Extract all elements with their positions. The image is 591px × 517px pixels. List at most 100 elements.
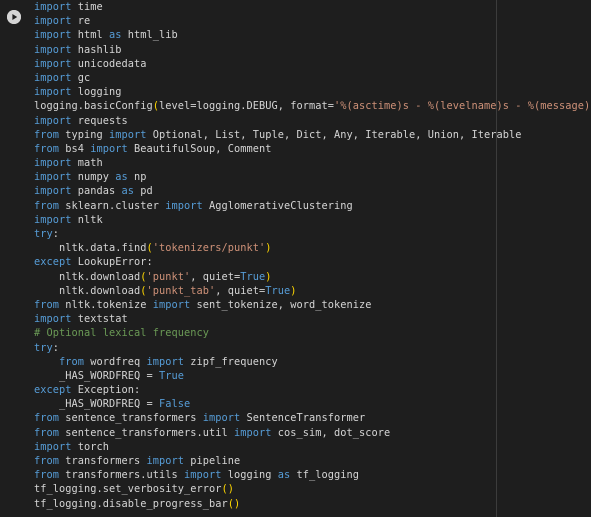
code-line: import gc (34, 71, 591, 85)
code-token: torch (71, 440, 109, 453)
code-token: import (34, 157, 72, 170)
code-line: try: (34, 227, 591, 241)
code-line: tf_logging.disable_progress_bar() (34, 497, 591, 511)
code-token: import (34, 15, 72, 28)
code-token: from (34, 199, 59, 212)
code-line: nltk.download('punkt', quiet=True) (34, 270, 591, 284)
code-token: wordfreq (84, 355, 147, 368)
code-token: except (34, 256, 72, 269)
code-line: from sentence_transformers.util import c… (34, 426, 591, 440)
code-token: except (34, 384, 72, 397)
code-token: import (109, 128, 147, 141)
code-token: time (71, 1, 103, 13)
code-line: import re (34, 14, 591, 28)
code-token: from (34, 455, 59, 467)
code-token: sentence_transformers (59, 412, 203, 425)
code-token: re (71, 15, 91, 28)
code-token: html (71, 29, 109, 42)
code-token: AgglomerativeClustering (202, 199, 353, 212)
code-token: tf_logging.disable_progress_bar (34, 497, 228, 510)
code-token: import (34, 86, 72, 99)
code-token: tf_logging.set_verbosity_error (34, 483, 222, 496)
code-token: import (202, 412, 241, 425)
code-token: nltk.download (34, 284, 141, 297)
code-line: try: (34, 341, 591, 355)
code-token: import (34, 29, 72, 42)
code-line: import unicodedata (34, 57, 591, 71)
code-token: import (146, 355, 184, 368)
code-token: from (34, 298, 59, 311)
code-token: zipf_frequency (184, 355, 278, 368)
code-token: import (146, 455, 184, 467)
play-circle-icon (7, 10, 21, 24)
code-token: True (265, 284, 291, 297)
code-token: from (34, 412, 59, 425)
code-token: nltk (71, 213, 103, 226)
code-token: nltk.data.find (34, 242, 147, 255)
code-line: # Optional lexical frequency (34, 326, 591, 340)
code-token: 'punkt_tab' (146, 284, 216, 297)
code-token: as (121, 185, 134, 198)
code-token: import (34, 171, 72, 184)
code-line: import nltk (34, 213, 591, 227)
code-token: numpy (71, 171, 116, 184)
code-line: import textstat (34, 312, 591, 326)
code-line: nltk.data.find('tokenizers/punkt') (34, 241, 591, 255)
code-token: as (115, 171, 128, 184)
code-line: import time (34, 0, 591, 14)
code-token: ) (265, 270, 272, 283)
code-token: import (34, 313, 72, 326)
code-token: sklearn.cluster (59, 199, 166, 212)
code-line: from wordfreq import zipf_frequency (34, 355, 591, 369)
code-line: import hashlib (34, 43, 591, 57)
code-line: _HAS_WORDFREQ = True (34, 369, 591, 383)
code-token: 'punkt' (146, 270, 191, 283)
code-token: requests (71, 114, 128, 127)
code-token: level=logging.DEBUG, format= (159, 100, 334, 113)
code-line: from typing import Optional, List, Tuple… (34, 128, 591, 142)
code-line: import pandas as pd (34, 184, 591, 198)
code-token: import (34, 185, 72, 198)
code-token: import (34, 43, 72, 56)
code-token: Exception: (71, 384, 141, 397)
code-token: LookupError: (71, 256, 153, 269)
code-line: except Exception: (34, 383, 591, 397)
code-cell[interactable]: import time import re import html as html_… (0, 0, 591, 517)
code-line: import logging (34, 85, 591, 99)
code-token: gc (71, 71, 91, 84)
code-token: as (277, 469, 291, 482)
code-line: from sentence_transformers import Senten… (34, 411, 591, 425)
code-line: from bs4 import BeautifulSoup, Comment (34, 142, 591, 156)
code-token: False (159, 398, 191, 411)
code-token: from (34, 469, 59, 482)
code-token: typing (59, 128, 109, 141)
code-token: ) (265, 242, 272, 255)
code-token: logging (71, 86, 122, 99)
code-token: , quiet= (215, 284, 266, 297)
code-token: () (221, 483, 234, 496)
code-token: as (109, 29, 122, 42)
code-line: logging.basicConfig(level=logging.DEBUG,… (34, 99, 591, 113)
code-token: True (240, 270, 266, 283)
code-token: BeautifulSoup, Comment (127, 142, 272, 155)
code-token: pipeline (184, 455, 241, 467)
code-token: pandas (71, 185, 122, 198)
code-token: cos_sim, dot_score (271, 426, 391, 439)
code-token: try (34, 228, 53, 240)
code-token: unicodedata (71, 57, 147, 70)
code-token: import (34, 57, 72, 70)
code-editor[interactable]: import time import re import html as html_… (34, 0, 591, 511)
code-token: from (34, 426, 59, 439)
code-token: : (52, 341, 59, 354)
code-token: _HAS_WORDFREQ = (34, 369, 159, 382)
code-token: import (90, 142, 128, 155)
code-token: html_lib (121, 29, 178, 42)
code-token: , quiet= (190, 270, 241, 283)
code-token: import (34, 1, 72, 13)
code-token: import (152, 298, 191, 311)
code-token: np (127, 171, 147, 184)
code-token: transformers.utils (59, 469, 184, 482)
code-line: import html as html_lib (34, 28, 591, 42)
run-cell-button[interactable] (7, 10, 21, 24)
